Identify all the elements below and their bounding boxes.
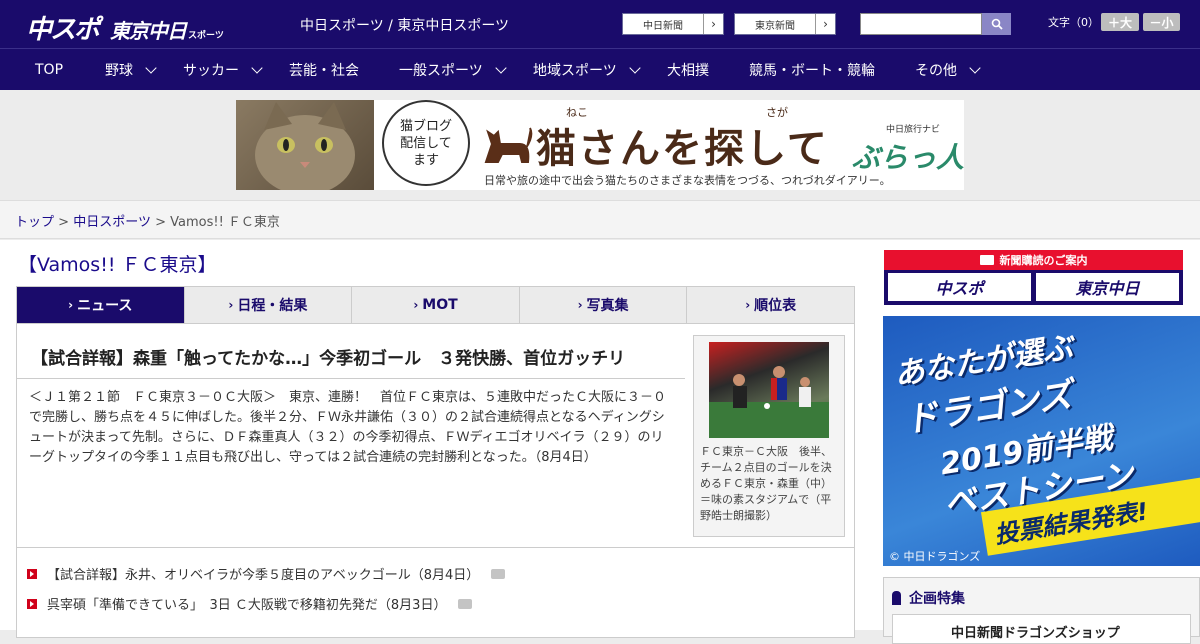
feature-item[interactable]: 中日新聞ドラゴンズショップ (892, 614, 1191, 644)
list-item[interactable]: 【試合詳報】永井、オリベイラが今季５度目のアベックゴール（8月4日） (27, 564, 506, 583)
cat-blog-ad[interactable]: 猫ブログ 配信して ます ねこ さが 猫さんを探して 中日旅行ナビ ぶらっ人 日… (236, 100, 964, 190)
arrow-bullet-icon (27, 568, 37, 579)
article-photo[interactable] (709, 342, 829, 438)
logo-sub: スポーツ (188, 31, 224, 41)
photo-caption: ＦＣ東京－Ｃ大阪 後半、チーム２点目のゴールを決めるＦＣ東京・森重（中）＝味の素… (700, 445, 832, 522)
font-size-label: 文字（0） (1048, 16, 1099, 29)
logo-tokyo-chunichi: 東京中日 (110, 19, 187, 43)
chevron-right-icon: › (703, 14, 723, 34)
newspaper-icon (979, 255, 994, 265)
cat-silhouette-icon (484, 127, 533, 163)
photo-box: ＦＣ東京－Ｃ大阪 後半、チーム２点目のゴールを決めるＦＣ東京・森重（中）＝味の素… (693, 335, 845, 537)
ad-subtitle: 日常や旅の途中で出会う猫たちのさまざまな表情をつづる、つれづれダイアリー。 (484, 174, 891, 187)
divider (17, 378, 685, 379)
subscribe-tokyo-button[interactable]: 東京中日 (1036, 273, 1179, 301)
font-larger-button[interactable]: ＋大 (1101, 13, 1139, 31)
cat-photo (236, 100, 374, 190)
font-smaller-button[interactable]: －小 (1143, 13, 1180, 31)
related-articles: 【試合詳報】永井、オリベイラが今季５度目のアベックゴール（8月4日） 呉宰碩「準… (16, 548, 855, 638)
cat-face-icon (255, 102, 355, 190)
chevron-right-icon: › (815, 14, 835, 34)
camera-icon (458, 598, 473, 609)
chevron-down-icon (969, 62, 981, 74)
nav-item-others[interactable]: その他 (915, 49, 981, 91)
tab-schedule[interactable]: › 日程・結果 (184, 287, 353, 323)
site-name: 中日スポーツ / 東京中日スポーツ (300, 18, 510, 34)
breadcrumb: トップ > 中日スポーツ > Vamos!! ＦＣ東京 (0, 200, 1200, 239)
chevron-right-icon: › (577, 298, 583, 312)
tokyo-shimbun-link[interactable]: 東京新聞 › (734, 13, 836, 35)
feature-title: 企画特集 (892, 588, 965, 608)
subscription-box: 新聞購読のご案内 中スポ 東京中日 (884, 250, 1183, 305)
dragons-vote-ad[interactable]: あなたが選ぶ ドラゴンズ 2019前半戦 ベストシーン 投票結果発表! © 中日… (883, 316, 1200, 566)
feature-box: 企画特集 中日新聞ドラゴンズショップ (883, 577, 1200, 644)
header: 中スポ 東京中日 スポーツ 中日スポーツ / 東京中日スポーツ 中日新聞 › 東… (0, 0, 1200, 48)
nav-item-general-sports[interactable]: 一般スポーツ (399, 49, 507, 91)
tab-photos[interactable]: › 写真集 (519, 287, 688, 323)
tab-standings[interactable]: › 順位表 (687, 287, 854, 323)
breadcrumb-current: Vamos!! ＦＣ東京 (170, 215, 280, 230)
article: 【試合詳報】森重「触ってたかな…」今季初ゴール ３発快勝、首位ガッチリ ＜Ｊ１第… (16, 324, 855, 548)
chevron-right-icon: › (228, 298, 234, 312)
subscribe-chuspo-button[interactable]: 中スポ (888, 273, 1031, 301)
breadcrumb-section[interactable]: 中日スポーツ (73, 215, 151, 230)
chevron-right-icon: › (68, 298, 74, 312)
main-nav: TOP 野球 サッカー 芸能・社会 一般スポーツ 地域スポーツ 大相撲 競馬・ボ… (0, 48, 1200, 90)
chevron-down-icon (145, 62, 157, 74)
chevron-down-icon (495, 62, 507, 74)
players-illustration (709, 366, 829, 438)
chevron-right-icon: › (413, 298, 419, 312)
arrow-bullet-icon (27, 598, 37, 609)
chevron-down-icon (251, 62, 263, 74)
search-button[interactable] (982, 13, 1011, 35)
nav-item-top[interactable]: TOP (35, 49, 63, 91)
subscription-heading: 新聞購読のご案内 (884, 250, 1183, 270)
article-headline[interactable]: 【試合詳報】森重「触ってたかな…」今季初ゴール ３発快勝、首位ガッチリ (31, 344, 683, 369)
page-title: 【Vamos!! ＦＣ東京】 (18, 254, 217, 276)
search-input[interactable] (860, 13, 982, 35)
ad-copyright: © 中日ドラゴンズ (889, 550, 981, 563)
ribbon-icon (892, 591, 901, 605)
ad-title: 猫さんを探して (536, 126, 829, 172)
chevron-right-icon: › (745, 298, 751, 312)
nav-item-racing[interactable]: 競馬・ボート・競輪 (749, 49, 875, 91)
nav-item-baseball[interactable]: 野球 (105, 49, 157, 91)
ad-brand: ぶらっ人 (852, 141, 964, 174)
tab-mot[interactable]: › MOT (352, 287, 520, 323)
list-item[interactable]: 呉宰碩「準備できている」 3日 Ｃ大阪戦で移籍初先発だ（8月3日） (27, 594, 473, 613)
search-icon (991, 18, 1003, 30)
nav-item-soccer[interactable]: サッカー (183, 49, 263, 91)
nav-item-sumo[interactable]: 大相撲 (667, 49, 709, 91)
ad-brand-small: 中日旅行ナビ (886, 125, 941, 135)
tab-news[interactable]: › ニュース (17, 287, 185, 323)
section-tabs: › ニュース › 日程・結果 › MOT › 写真集 › 順位表 (16, 286, 855, 324)
logo-chuspo: 中スポ (26, 15, 100, 45)
article-body: ＜Ｊ１第２１節 ＦＣ東京３－０Ｃ大阪＞ 東京、連勝！ 首位ＦＣ東京は、５連敗中だ… (29, 390, 667, 465)
breadcrumb-home[interactable]: トップ (15, 215, 54, 230)
nav-item-entertainment[interactable]: 芸能・社会 (289, 49, 359, 91)
chevron-down-icon (629, 62, 641, 74)
nav-item-local-sports[interactable]: 地域スポーツ (533, 49, 641, 91)
chunichi-shimbun-link[interactable]: 中日新聞 › (622, 13, 724, 35)
site-logo[interactable]: 中スポ 東京中日 スポーツ (26, 9, 224, 45)
camera-icon (491, 568, 506, 579)
speech-bubble: 猫ブログ 配信して ます (382, 100, 470, 186)
